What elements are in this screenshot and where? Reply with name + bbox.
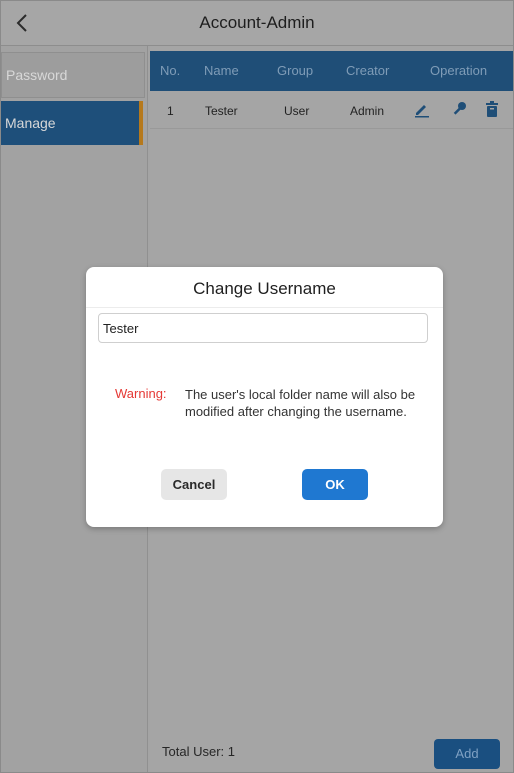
page-title: Account-Admin: [199, 13, 315, 32]
sidebar-item-label: Manage: [5, 115, 56, 131]
column-header-operation: Operation: [430, 63, 488, 78]
sidebar-item-label: Password: [6, 67, 68, 83]
warning-text: The user's local folder name will also b…: [185, 387, 416, 419]
divider: [86, 307, 443, 308]
add-user-button[interactable]: Add: [434, 739, 500, 769]
cell-creator: Admin: [350, 104, 385, 118]
column-header-name: Name: [204, 63, 239, 78]
table-header: No. Name Group Creator Operation: [150, 51, 513, 91]
ok-button[interactable]: OK: [302, 469, 368, 500]
key-icon[interactable]: [450, 100, 468, 118]
cell-no: 1: [167, 104, 174, 118]
column-header-creator: Creator: [346, 63, 390, 78]
sidebar-item-manage[interactable]: Manage: [1, 101, 143, 145]
cell-name: Tester: [205, 104, 238, 118]
cancel-button[interactable]: Cancel: [161, 469, 227, 500]
total-user-count: Total User: 1: [162, 744, 235, 759]
cell-group: User: [284, 104, 310, 118]
edit-icon[interactable]: [413, 100, 431, 118]
sidebar-item-password[interactable]: Password: [1, 52, 145, 98]
column-header-group: Group: [277, 63, 314, 78]
table-row[interactable]: 1 Tester User Admin: [150, 94, 513, 129]
warning-label: Warning:: [115, 386, 167, 401]
dialog-title: Change Username: [193, 279, 336, 298]
delete-icon[interactable]: [483, 100, 501, 118]
selected-indicator: [139, 101, 143, 145]
title-bar: Account-Admin: [1, 1, 513, 46]
username-input[interactable]: [98, 313, 428, 343]
column-header-no: No.: [160, 63, 181, 78]
change-username-dialog: Change Username Warning: The user's loca…: [86, 267, 443, 527]
